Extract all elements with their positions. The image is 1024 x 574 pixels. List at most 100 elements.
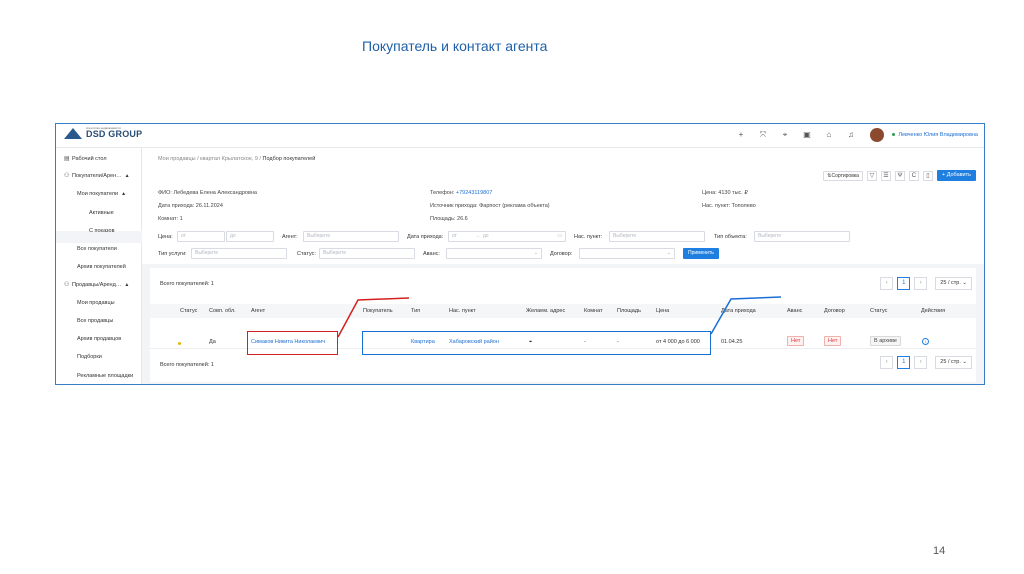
- info-icon[interactable]: i: [922, 338, 929, 345]
- pagination-bottom: ‹ 1 › 25 / стр. ⌄: [880, 356, 972, 369]
- toolbar: ⇅Сортировка ▽ ☰ Ψ C ▯ + Добавить: [823, 170, 976, 181]
- service-select[interactable]: Выберите: [191, 248, 287, 259]
- chevron-up-icon: ▲: [124, 282, 130, 288]
- breadcrumb: Мои продавцы / квартал Крылатское, 9 / П…: [158, 156, 316, 162]
- sidebar-item-sellers-archive[interactable]: Архив продавцов: [77, 336, 121, 342]
- page-button[interactable]: 1: [897, 356, 911, 369]
- sidebar-item-my-buyers[interactable]: Мои покупатели ▲: [77, 191, 126, 197]
- online-status-icon: [892, 133, 896, 137]
- chevron-down-icon: ⌄: [533, 250, 538, 256]
- logo[interactable]: Агентство недвижимости DSD GROUP: [64, 127, 142, 139]
- sidebar-item-desktop[interactable]: ▤ Рабочий стол: [64, 155, 107, 162]
- price-from-input[interactable]: от: [177, 231, 225, 242]
- page-size-select[interactable]: 25 / стр. ⌄: [935, 356, 972, 369]
- sidebar-item-from-shows[interactable]: С показов: [89, 228, 115, 234]
- filter-date-label: Дата прихода:: [407, 234, 444, 240]
- filter-contract-label: Договор:: [550, 251, 573, 257]
- plus-icon[interactable]: +: [736, 130, 746, 140]
- gift-icon[interactable]: ⌂: [824, 130, 834, 140]
- status-select[interactable]: Выберите: [319, 248, 415, 259]
- prev-page-button[interactable]: ‹: [880, 356, 894, 369]
- sidebar-item-buyers[interactable]: ⚇ Покупатели/Арен… ▲: [64, 172, 130, 179]
- next-page-button[interactable]: ›: [914, 277, 928, 290]
- avatar[interactable]: [870, 128, 884, 142]
- fork-icon[interactable]: Ψ: [894, 170, 905, 181]
- filter-city-label: Нас. пункт:: [574, 234, 603, 240]
- slide-title: Покупатель и контакт агента: [362, 38, 548, 54]
- chevron-up-icon: ▲: [121, 191, 127, 197]
- app-screenshot: Агентство недвижимости DSD GROUP + ⤧ ⌖ ▣…: [55, 123, 985, 385]
- sidebar-item-all-sellers[interactable]: Все продавцы: [77, 318, 113, 324]
- results-card: Всего покупателей: 1 ‹ 1 › 25 / стр. ⌄ С…: [150, 268, 976, 382]
- filter-price-label: Цена:: [158, 234, 173, 240]
- sidebar-item-all-buyers[interactable]: Все покупатели: [77, 246, 117, 252]
- buyer-date: Дата прихода: 26.11.2024: [158, 203, 223, 209]
- document-icon[interactable]: ▯: [922, 170, 933, 181]
- filter-icon[interactable]: ▽: [866, 170, 877, 181]
- user-menu[interactable]: Левченко Юлия Владимировна: [892, 132, 978, 138]
- fullscreen-icon[interactable]: ⤧: [758, 130, 768, 140]
- advance-select[interactable]: ⌄: [446, 248, 542, 259]
- sidebar-item-my-sellers[interactable]: Мои продавцы: [77, 300, 115, 306]
- cell-contract-badge: Нет: [824, 336, 842, 346]
- agent-highlight-box: [247, 331, 338, 355]
- prev-page-button[interactable]: ‹: [880, 277, 894, 290]
- page-button[interactable]: 1: [897, 277, 911, 290]
- logo-icon: [64, 127, 82, 139]
- bell-icon[interactable]: ♫: [846, 130, 856, 140]
- calendar-icon[interactable]: ▣: [802, 130, 812, 140]
- buyer-source: Источник прихода: Фарпост (реклама объек…: [430, 203, 550, 209]
- col-city[interactable]: Нас. пункт: [449, 308, 476, 314]
- sort-button[interactable]: ⇅Сортировка: [823, 170, 863, 181]
- next-page-button[interactable]: ›: [914, 356, 928, 369]
- sidebar-item-selections[interactable]: Подборки: [77, 354, 102, 360]
- page-size-select[interactable]: 25 / стр. ⌄: [935, 277, 972, 290]
- map-pin-icon[interactable]: ⌖: [780, 130, 790, 140]
- col-rooms[interactable]: Комнат: [584, 308, 603, 314]
- cell-date: 01.04.25: [721, 339, 743, 345]
- col-contract[interactable]: Договор: [824, 308, 845, 314]
- filter-service-label: Тип услуги:: [158, 251, 187, 257]
- agent-select[interactable]: Выберите: [303, 231, 399, 242]
- city-select[interactable]: Выберите: [609, 231, 705, 242]
- total-count-top: Всего покупателей: 1: [160, 281, 214, 287]
- col-date[interactable]: Дата прихода: [721, 308, 756, 314]
- list-icon[interactable]: ☰: [880, 170, 891, 181]
- sidebar: ▤ Рабочий стол ⚇ Покупатели/Арен… ▲ Мои пок…: [56, 148, 142, 384]
- buyer-city: Нас. пункт: Тополево: [702, 203, 756, 209]
- contract-select[interactable]: ⌄: [579, 248, 675, 259]
- results-panel: Всего покупателей: 1 ‹ 1 › 25 / стр. ⌄ С…: [142, 264, 984, 384]
- col-advance[interactable]: Аванс: [787, 308, 802, 314]
- col-agent[interactable]: Агент: [251, 308, 265, 314]
- buyer-price: Цена: 4130 тыс. ₽: [702, 190, 748, 196]
- buyer-highlight-box: [362, 331, 711, 355]
- col-price[interactable]: Цена: [656, 308, 669, 314]
- col-area[interactable]: Площадь: [617, 308, 641, 314]
- col-match[interactable]: Совп. обл.: [209, 308, 236, 314]
- buyer-fio: ФИО: Лебедева Елена Александровна: [158, 190, 257, 196]
- filter-object-type-label: Тип объекта:: [714, 234, 747, 240]
- add-button[interactable]: + Добавить: [936, 170, 976, 181]
- col-status[interactable]: Статус: [180, 308, 197, 314]
- cell-match: Да: [209, 339, 216, 345]
- logo-name: DSD GROUP: [86, 129, 143, 139]
- cell-advance-badge: Нет: [787, 336, 805, 346]
- sidebar-item-ad-platforms[interactable]: Рекламные площадки: [77, 373, 133, 379]
- apply-button[interactable]: Применить: [683, 248, 719, 259]
- filter-advance-label: Аванс:: [423, 251, 440, 257]
- object-type-select[interactable]: Выберите: [754, 231, 850, 242]
- table-header: Статус Совп. обл. Агент Покупатель Тип Н…: [150, 304, 976, 318]
- col-status-2[interactable]: Статус: [870, 308, 887, 314]
- date-range-input[interactable]: от → до ▭: [448, 231, 566, 242]
- col-type[interactable]: Тип: [411, 308, 420, 314]
- refresh-icon[interactable]: C: [908, 170, 919, 181]
- sidebar-item-buyers-archive[interactable]: Архив покупателей: [77, 264, 126, 270]
- sidebar-item-sellers[interactable]: ⚇ Продавцы/Аренд… ▲: [64, 281, 129, 288]
- sidebar-item-active[interactable]: Активные: [89, 210, 114, 216]
- price-to-input[interactable]: до: [226, 231, 274, 242]
- col-address[interactable]: Желаем. адрес: [526, 308, 565, 314]
- chevron-down-icon: ⌄: [666, 250, 671, 256]
- col-buyer[interactable]: Покупатель: [363, 308, 393, 314]
- user-name: Левченко Юлия Владимировна: [898, 132, 978, 138]
- users-icon: ⚇: [64, 282, 70, 288]
